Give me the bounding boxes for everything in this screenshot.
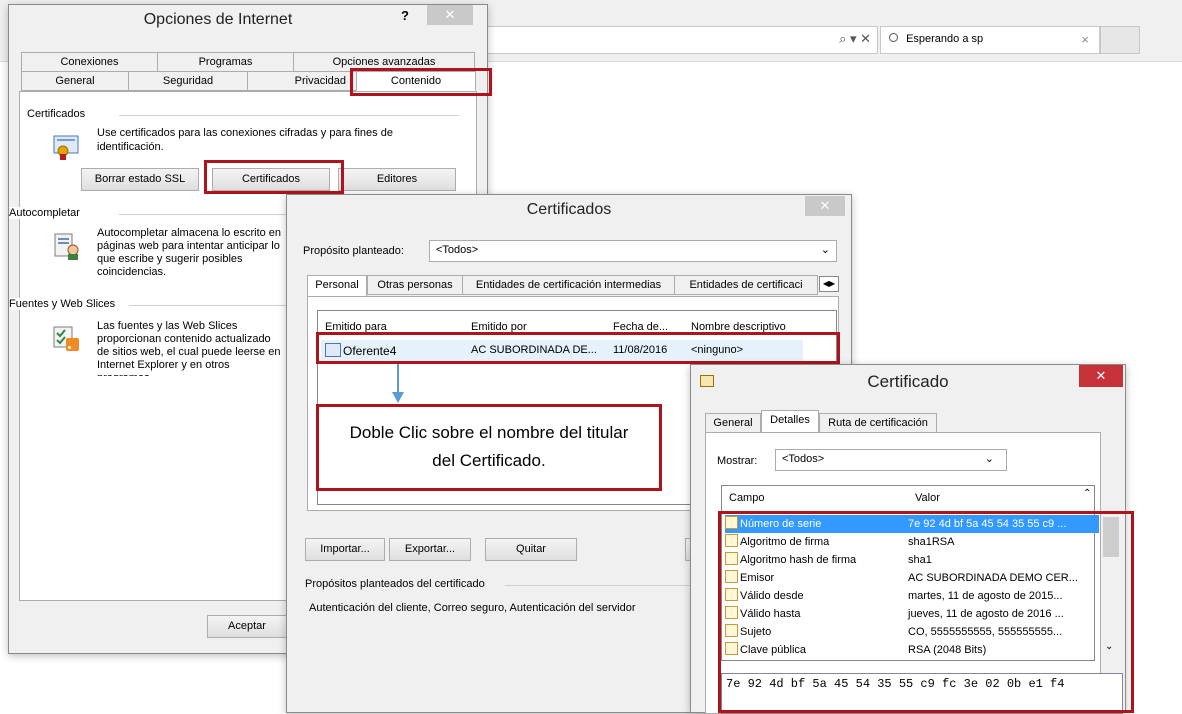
address-bar[interactable]: ⌕ ▾ ✕ <box>470 26 878 54</box>
tab-conexiones[interactable]: Conexiones <box>21 52 158 72</box>
tab-close-icon[interactable]: × <box>1081 32 1089 47</box>
tab-entidades-intermedias[interactable]: Entidades de certificación intermedias <box>462 275 675 295</box>
tab-privacidad[interactable]: Privacidad <box>247 71 357 91</box>
highlight-cert-row <box>316 332 840 364</box>
feeds-description: Las fuentes y las Web Slices proporciona… <box>97 320 281 376</box>
autocomplete-description: Autocompletar almacena lo escrito en pág… <box>97 227 282 278</box>
instruction-text: Doble Clic sobre el nombre del titular d… <box>349 423 629 470</box>
tab-personal[interactable]: Personal <box>307 275 367 297</box>
purposes-group-label: Propósitos planteados del certificado <box>305 578 485 590</box>
show-select[interactable]: <Todos> ⌄ <box>775 449 1007 471</box>
tab-detalles[interactable]: Detalles <box>761 410 819 434</box>
feeds-icon <box>51 323 81 353</box>
show-select-value: <Todos> <box>782 453 825 465</box>
col-valor[interactable]: Valor <box>915 492 940 504</box>
instruction-callout: Doble Clic sobre el nombre del titular d… <box>316 404 662 491</box>
tab-programas[interactable]: Programas <box>157 52 294 72</box>
highlight-certificados-button <box>204 160 344 194</box>
tab-general-cert[interactable]: General <box>705 413 761 433</box>
feeds-group-label: Fuentes y Web Slices <box>9 298 116 310</box>
tab-scroll-buttons[interactable]: ◀▶ <box>819 276 839 292</box>
import-button[interactable]: Importar... <box>305 538 385 561</box>
loading-icon <box>889 33 898 42</box>
close-button[interactable]: ✕ <box>427 5 473 25</box>
accept-button[interactable]: Aceptar <box>207 615 287 638</box>
certificates-title: Certificados <box>526 201 612 218</box>
purposes-text: Autenticación del cliente, Correo seguro… <box>309 602 636 614</box>
export-button[interactable]: Exportar... <box>389 538 471 561</box>
col-campo[interactable]: Campo <box>729 492 764 504</box>
help-button[interactable]: ? <box>392 5 418 27</box>
tab-ruta-certificacion[interactable]: Ruta de certificación <box>819 413 937 433</box>
tab-entidades-raiz[interactable]: Entidades de certificaci <box>674 275 818 295</box>
purposes-group-line <box>505 585 695 586</box>
highlight-fields-list <box>718 511 1134 713</box>
publishers-button[interactable]: Editores <box>338 168 456 191</box>
scroll-up-icon[interactable]: ⌃ <box>1083 488 1091 499</box>
browser-tab[interactable]: Esperando a sp × <box>880 26 1100 54</box>
autocomplete-group-label: Autocompletar <box>9 207 80 219</box>
highlight-contenido <box>350 68 492 96</box>
browser-tab-label: Esperando a sp <box>906 33 984 45</box>
remove-button[interactable]: Quitar <box>485 538 577 561</box>
clear-ssl-button[interactable]: Borrar estado SSL <box>81 168 199 191</box>
arrow-down-icon <box>392 362 404 403</box>
certificate-title: Certificado <box>867 372 949 391</box>
address-bar-icons[interactable]: ⌕ ▾ ✕ <box>839 31 871 47</box>
show-label: Mostrar: <box>717 455 758 467</box>
certificate-icon <box>51 131 81 161</box>
cert-description: Use certificados para las conexiones cif… <box>97 127 393 153</box>
tab-general[interactable]: General <box>21 71 129 91</box>
chevron-down-icon: ⌄ <box>820 244 830 256</box>
new-tab-button[interactable] <box>1100 26 1140 54</box>
certificate-close-button[interactable]: ✕ <box>1079 365 1123 387</box>
purpose-label: Propósito planteado: <box>303 245 404 257</box>
purpose-select-value: <Todos> <box>436 244 479 256</box>
tab-otras-personas[interactable]: Otras personas <box>367 275 463 295</box>
tab-seguridad[interactable]: Seguridad <box>128 71 248 91</box>
cert-group-line <box>119 115 459 116</box>
autocomplete-icon <box>51 231 81 261</box>
purpose-select[interactable]: <Todos> ⌄ <box>429 240 837 262</box>
chevron-down-icon: ⌄ <box>984 453 994 465</box>
certificates-close-button[interactable]: ✕ <box>805 196 845 216</box>
cert-group-label: Certificados <box>27 108 86 120</box>
